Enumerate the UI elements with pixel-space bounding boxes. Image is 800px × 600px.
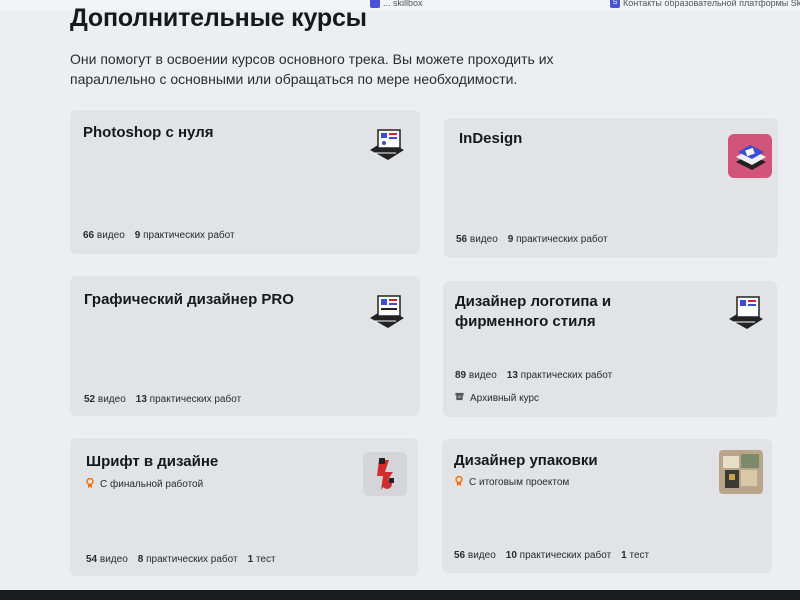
course-card-packaging-designer[interactable]: Дизайнер упаковки С итоговым проектом 56… [442,439,772,573]
works-stat: 13 практических работ [506,370,613,381]
archive-tag: Архивный курс [455,392,539,404]
medal-icon [455,475,463,489]
red-letters-icon [363,452,407,496]
tests-stat: 1 тест [247,554,276,565]
skillbox-favicon-icon [370,0,380,8]
videos-stat: 56 видео [454,550,496,561]
course-title: Графический дизайнер PRO [84,291,294,308]
laptop-bezel [0,590,800,600]
browser-tab[interactable]: S Контакты образовательной платформы Ski… [610,0,800,8]
course-title: Дизайнер упаковки [454,452,598,469]
browser-tab[interactable]: ... skillbox [370,0,423,8]
videos-stat: 56 видео [456,234,498,245]
tag-label: С финальной работой [100,479,204,490]
course-title: Дизайнер логотипа и фирменного стиля [455,293,612,330]
browser-tab-label: ... skillbox [383,0,423,8]
final-project-tag: С итоговым проектом [455,475,570,489]
page-title: Дополнительные курсы [70,4,367,32]
course-stats: 54 видео 8 практических работ 1 тест [86,554,276,565]
laptop-isometric-icon [364,124,408,168]
course-stats: 56 видео 10 практических работ 1 тест [454,550,649,561]
course-card-indesign[interactable]: InDesign 56 видео 9 практических работ [444,118,778,258]
tests-stat: 1 тест [621,550,650,561]
final-work-tag: С финальной работой [86,477,204,491]
packaging-photo-icon [719,450,763,494]
videos-stat: 89 видео [455,370,497,381]
videos-stat: 54 видео [86,554,128,565]
works-stat: 8 практических работ [137,554,238,565]
works-stat: 9 практических работ [507,234,608,245]
course-stats: 66 видео 9 практических работ [83,230,235,241]
works-stat: 9 практических работ [134,230,235,241]
videos-stat: 52 видео [84,394,126,405]
indesign-books-icon [728,134,772,178]
course-stats: 89 видео 13 практических работ [455,370,612,381]
browser-tab-label: Контакты образовательной платформы Skill… [623,0,800,8]
archive-label: Архивный курс [470,392,540,404]
laptop-isometric-icon [723,291,767,335]
course-title: Photoshop с нуля [83,124,214,141]
works-stat: 13 практических работ [135,394,242,405]
tag-label: С итоговым проектом [469,477,570,488]
skillbox-favicon-icon: S [610,0,620,8]
course-card-logo-designer[interactable]: Дизайнер логотипа и фирменного стиля 89 … [443,281,777,417]
course-card-photoshop[interactable]: Photoshop с нуля 66 видео 9 практических… [70,110,420,254]
works-stat: 10 практических работ [505,550,612,561]
archive-box-icon [455,392,464,404]
page-subtitle: Они помогут в освоении курсов основного … [70,51,554,87]
course-stats: 56 видео 9 практических работ [456,234,608,245]
laptop-isometric-icon [364,290,408,334]
course-title: Шрифт в дизайне [86,453,219,470]
medal-icon [86,477,94,491]
course-card-graphic-designer-pro[interactable]: Графический дизайнер PRO 52 видео 13 пра… [70,276,420,416]
videos-stat: 66 видео [83,230,125,241]
course-stats: 52 видео 13 практических работ [84,394,241,405]
course-title: InDesign [459,130,523,147]
course-card-font-in-design[interactable]: Шрифт в дизайне С финальной работой 54 в… [70,438,418,576]
